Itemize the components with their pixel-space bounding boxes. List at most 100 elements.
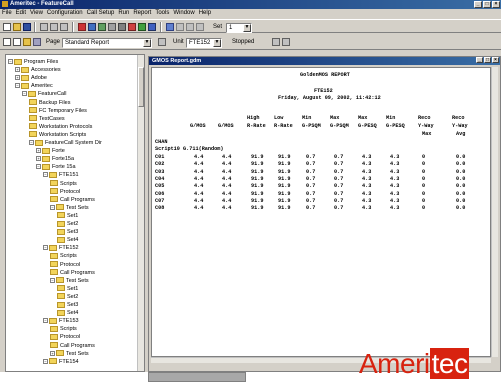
collapse-icon[interactable]: − xyxy=(43,318,48,324)
settings-icon[interactable] xyxy=(158,38,166,46)
tree-scrollbar[interactable] xyxy=(137,55,144,371)
tree-item[interactable]: − Test Sets xyxy=(50,204,89,212)
new-file-icon[interactable] xyxy=(3,23,11,31)
tree-item[interactable]: − Test Sets xyxy=(50,277,89,285)
menu-item-file[interactable]: File xyxy=(2,10,12,16)
tree-scroll-thumb[interactable] xyxy=(138,67,144,107)
menu-item-window[interactable]: Window xyxy=(173,10,194,16)
maximize-button[interactable]: □ xyxy=(483,1,491,8)
open-folder-icon[interactable] xyxy=(13,23,21,31)
collapse-icon[interactable]: − xyxy=(36,164,41,170)
paste-icon[interactable] xyxy=(60,23,68,31)
tree-item[interactable]: Set3 xyxy=(57,301,78,309)
minimize-button[interactable]: _ xyxy=(474,1,482,8)
tree-item[interactable]: − Ameritec xyxy=(15,82,53,90)
report-folder-icon[interactable] xyxy=(23,38,31,46)
tree-item[interactable]: + Forte xyxy=(36,147,65,155)
collapse-icon[interactable]: − xyxy=(50,277,55,283)
menu-item-report[interactable]: Report xyxy=(133,10,151,16)
menu-item-tools[interactable]: Tools xyxy=(155,10,169,16)
open-report-icon[interactable] xyxy=(13,38,21,46)
monitor-icon[interactable] xyxy=(148,23,156,31)
tree-item[interactable]: Set4 xyxy=(57,236,78,244)
expand-icon[interactable]: + xyxy=(36,156,41,162)
menu-item-edit[interactable]: Edit xyxy=(16,10,26,16)
collapse-icon[interactable]: − xyxy=(43,245,48,251)
menu-item-run[interactable]: Run xyxy=(118,10,129,16)
expand-icon[interactable]: + xyxy=(15,67,20,73)
tree-item[interactable]: + Adobe xyxy=(15,74,47,82)
menu-item-help[interactable]: Help xyxy=(199,10,211,16)
tree-item[interactable]: + Accessories xyxy=(15,66,61,74)
collapse-icon[interactable]: − xyxy=(29,140,34,146)
tree-item[interactable]: + Forte15a xyxy=(36,155,74,163)
tree-item[interactable]: Scripts xyxy=(50,180,77,188)
tools-icon[interactable] xyxy=(138,23,146,31)
tree-item[interactable]: Set2 xyxy=(57,293,78,301)
tree-item[interactable]: Set3 xyxy=(57,228,78,236)
tree-item[interactable]: Call Programs xyxy=(50,269,95,277)
tree-item[interactable]: − FeatureCall System Dir xyxy=(29,139,102,147)
collapse-icon[interactable]: − xyxy=(43,172,48,178)
tree-item[interactable]: Call Programs xyxy=(50,342,95,350)
tree-item[interactable]: − FTE151 xyxy=(43,171,79,179)
tree-item[interactable]: Set2 xyxy=(57,220,78,228)
chart-icon[interactable] xyxy=(118,23,126,31)
tree-item[interactable]: Call Programs xyxy=(50,196,95,204)
help-icon[interactable] xyxy=(88,23,96,31)
collapse-icon[interactable]: − xyxy=(50,204,55,210)
tree-item[interactable]: − FeatureCall xyxy=(22,90,66,98)
refresh-icon[interactable] xyxy=(282,38,290,46)
menu-item-view[interactable]: View xyxy=(30,10,43,16)
table-icon[interactable] xyxy=(108,23,116,31)
tree-item[interactable]: − FTE153 xyxy=(43,317,79,325)
report-vertical-scrollbar[interactable] xyxy=(491,67,498,357)
report-minimize-button[interactable]: _ xyxy=(476,57,483,63)
tree-item[interactable]: Set4 xyxy=(57,309,78,317)
tree-item[interactable]: Set1 xyxy=(57,285,78,293)
tree-item[interactable]: − FTE152 xyxy=(43,244,79,252)
tree-item[interactable]: − Program Files xyxy=(8,58,58,66)
tree-item[interactable]: − FTE154 xyxy=(43,358,79,366)
tree-item[interactable]: Workstation Scripts xyxy=(29,131,86,139)
tree-item[interactable]: Scripts xyxy=(50,252,77,260)
tree-item[interactable]: Protocol xyxy=(50,261,80,269)
copy-icon[interactable] xyxy=(50,23,58,31)
tree-item[interactable]: FC Temporary Files xyxy=(29,107,87,115)
report-close-button[interactable]: × xyxy=(492,57,499,63)
tree-item[interactable]: + Test Sets xyxy=(50,350,89,358)
save-icon[interactable] xyxy=(23,23,31,31)
collapse-icon[interactable]: − xyxy=(8,59,13,65)
graph-icon[interactable] xyxy=(128,23,136,31)
export-icon[interactable] xyxy=(272,38,280,46)
expand-icon[interactable]: + xyxy=(50,350,55,356)
tree-item[interactable]: Backup Files xyxy=(29,99,71,107)
pause-icon[interactable] xyxy=(176,23,184,31)
tree-item[interactable]: Set1 xyxy=(57,212,78,220)
collapse-icon[interactable]: − xyxy=(43,358,48,364)
expand-icon[interactable]: + xyxy=(15,75,20,81)
step-icon[interactable] xyxy=(196,23,204,31)
tree-item[interactable]: Scripts xyxy=(50,325,77,333)
expand-icon[interactable]: + xyxy=(36,148,41,154)
run-icon[interactable] xyxy=(166,23,174,31)
menu-item-call-setup[interactable]: Call Setup xyxy=(87,10,115,16)
print-icon[interactable] xyxy=(33,38,41,46)
new-report-icon[interactable] xyxy=(3,38,11,46)
cut-icon[interactable] xyxy=(40,23,48,31)
unit-select[interactable]: FTE152 ▼ xyxy=(186,38,222,48)
stop-icon[interactable] xyxy=(186,23,194,31)
collapse-icon[interactable]: − xyxy=(15,83,20,89)
config-icon[interactable] xyxy=(78,23,86,31)
tree-item[interactable]: − Forte 15a xyxy=(36,163,76,171)
report-maximize-button[interactable]: □ xyxy=(484,57,491,63)
tree-item[interactable]: Workstation Protocols xyxy=(29,123,92,131)
collapse-icon[interactable]: − xyxy=(22,91,27,97)
set-select[interactable]: 1 ▼ xyxy=(226,23,252,33)
tree-item[interactable]: Protocol xyxy=(50,188,80,196)
tree-item[interactable]: Protocol xyxy=(50,333,80,341)
menu-item-configuration[interactable]: Configuration xyxy=(47,10,83,16)
page-select[interactable]: Standard Report ▼ xyxy=(62,38,152,48)
tree-item[interactable]: TestCases xyxy=(29,115,65,123)
minimized-window-bar[interactable] xyxy=(148,372,246,382)
